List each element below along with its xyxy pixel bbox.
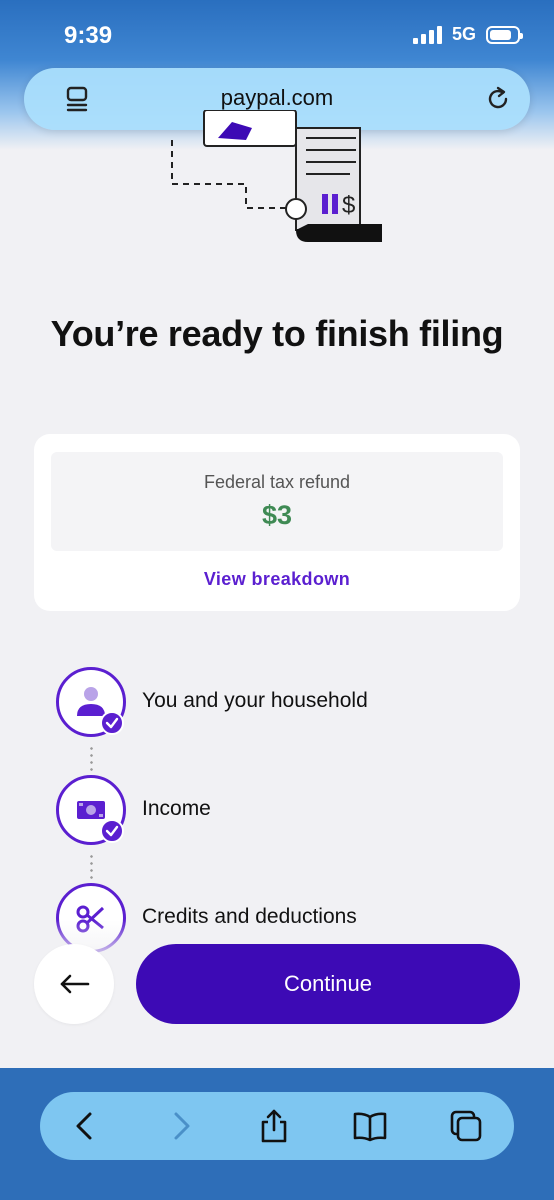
battery-icon (486, 25, 523, 44)
browser-toolbar (40, 1092, 514, 1160)
url-text[interactable]: paypal.com (24, 85, 530, 111)
svg-text:$: $ (342, 192, 355, 219)
forward-icon[interactable] (162, 1108, 198, 1144)
share-icon[interactable] (256, 1108, 292, 1144)
reload-icon[interactable] (484, 85, 512, 113)
back-icon[interactable] (68, 1108, 104, 1144)
view-breakdown-link[interactable]: View breakdown (34, 569, 520, 590)
step-income[interactable]: Income (56, 775, 526, 845)
refund-amount: $3 (261, 500, 293, 530)
continue-button[interactable]: Continue (136, 944, 520, 1024)
status-indicators: 5G (412, 24, 523, 45)
arrow-left-icon (60, 974, 90, 994)
refund-summary: Federal tax refund $3 (51, 452, 503, 551)
check-icon (100, 819, 124, 843)
network-label: 5G (451, 24, 476, 44)
receipt-illustration: $ (171, 110, 382, 242)
tabs-icon[interactable] (448, 1108, 484, 1144)
signal-icon (412, 25, 442, 44)
step-label: You and your household (142, 689, 368, 712)
step-household[interactable]: You and your household (56, 667, 526, 737)
back-button[interactable] (34, 944, 114, 1024)
refund-card: Federal tax refund $3 View breakdown (34, 434, 520, 611)
step-connector (90, 853, 93, 887)
refund-label: Federal tax refund (203, 472, 351, 492)
step-label: Income (142, 797, 211, 820)
status-time: 9:39 (64, 22, 113, 49)
status-bar: 9:39 5G (0, 0, 554, 70)
bookmarks-icon[interactable] (352, 1108, 388, 1144)
page-title: You’re ready to finish filing (50, 313, 504, 354)
check-icon (100, 711, 124, 735)
step-connector (90, 745, 93, 779)
